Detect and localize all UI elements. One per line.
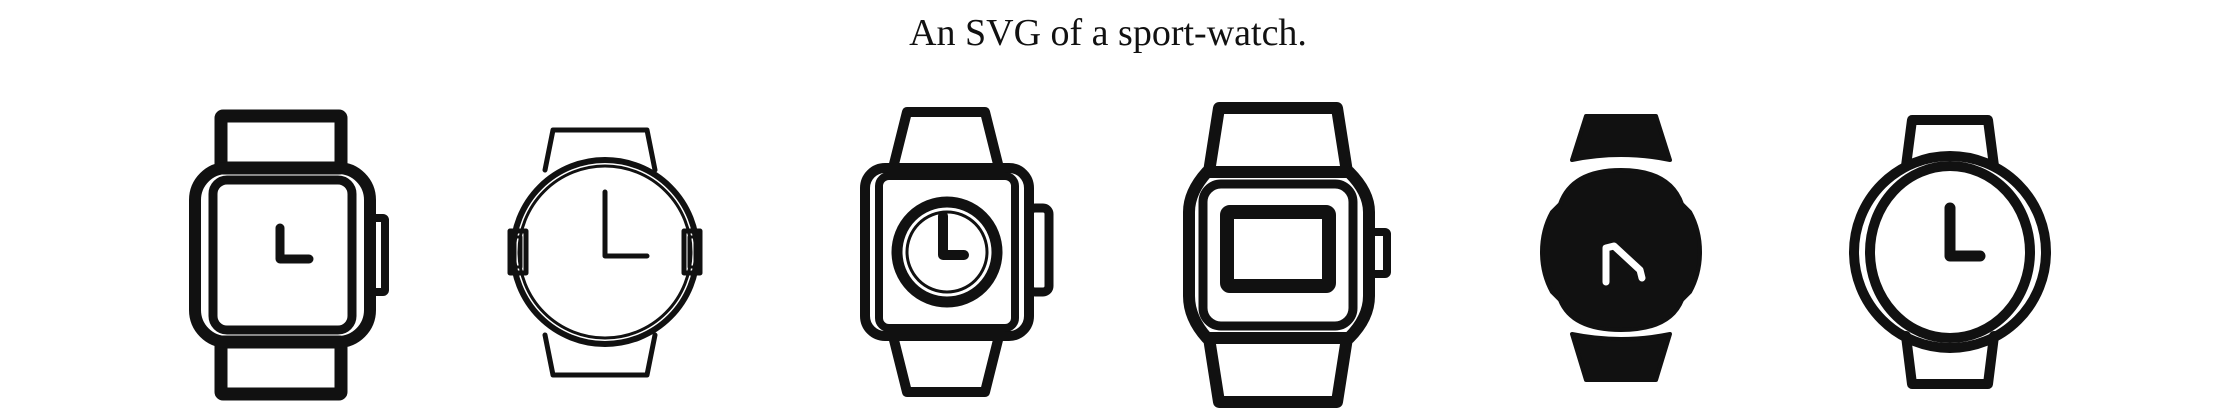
digital-watch-icon xyxy=(1183,100,1400,410)
round-analog-watch-icon xyxy=(505,100,705,410)
filled-round-watch-icon xyxy=(1530,100,1710,410)
square-watch-icon xyxy=(185,100,395,410)
page-title: An SVG of a sport-watch. xyxy=(909,12,1307,54)
smartwatch-icon xyxy=(855,100,1065,410)
oval-watch-icon xyxy=(1849,100,2051,410)
